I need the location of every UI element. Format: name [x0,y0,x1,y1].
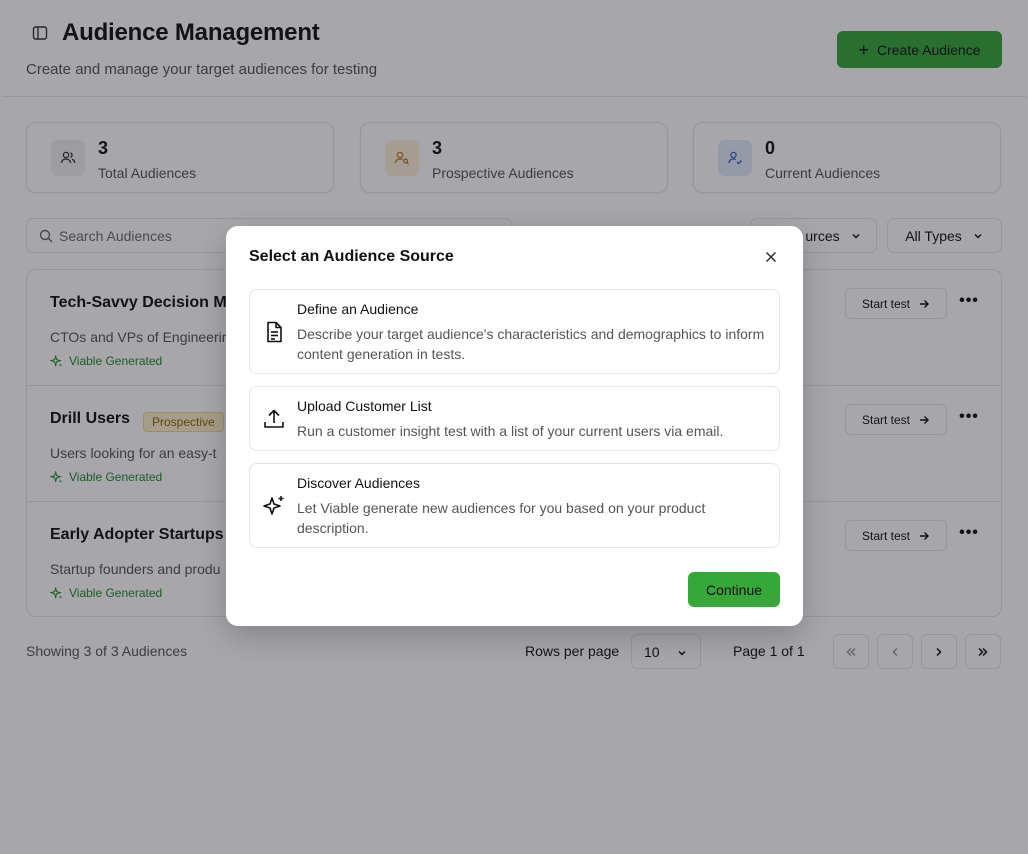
option-title: Define an Audience [297,301,419,317]
sparkle-icon [263,496,284,515]
continue-button[interactable]: Continue [688,572,780,607]
option-define-audience[interactable]: Define an Audience Describe your target … [249,289,780,374]
option-discover-audiences[interactable]: Discover Audiences Let Viable generate n… [249,463,780,548]
document-icon [267,321,282,343]
option-upload-customer-list[interactable]: Upload Customer List Run a customer insi… [249,386,780,451]
option-title: Discover Audiences [297,475,420,491]
audience-source-dialog: Select an Audience Source Define an Audi… [226,226,803,626]
dialog-title: Select an Audience Source [249,248,454,265]
option-description: Let Viable generate new audiences for yo… [297,500,706,536]
option-title: Upload Customer List [297,398,432,414]
upload-icon [264,409,284,428]
option-description: Run a customer insight test with a list … [297,423,724,439]
close-icon[interactable] [764,250,778,264]
option-description: Describe your target audience's characte… [297,326,765,362]
